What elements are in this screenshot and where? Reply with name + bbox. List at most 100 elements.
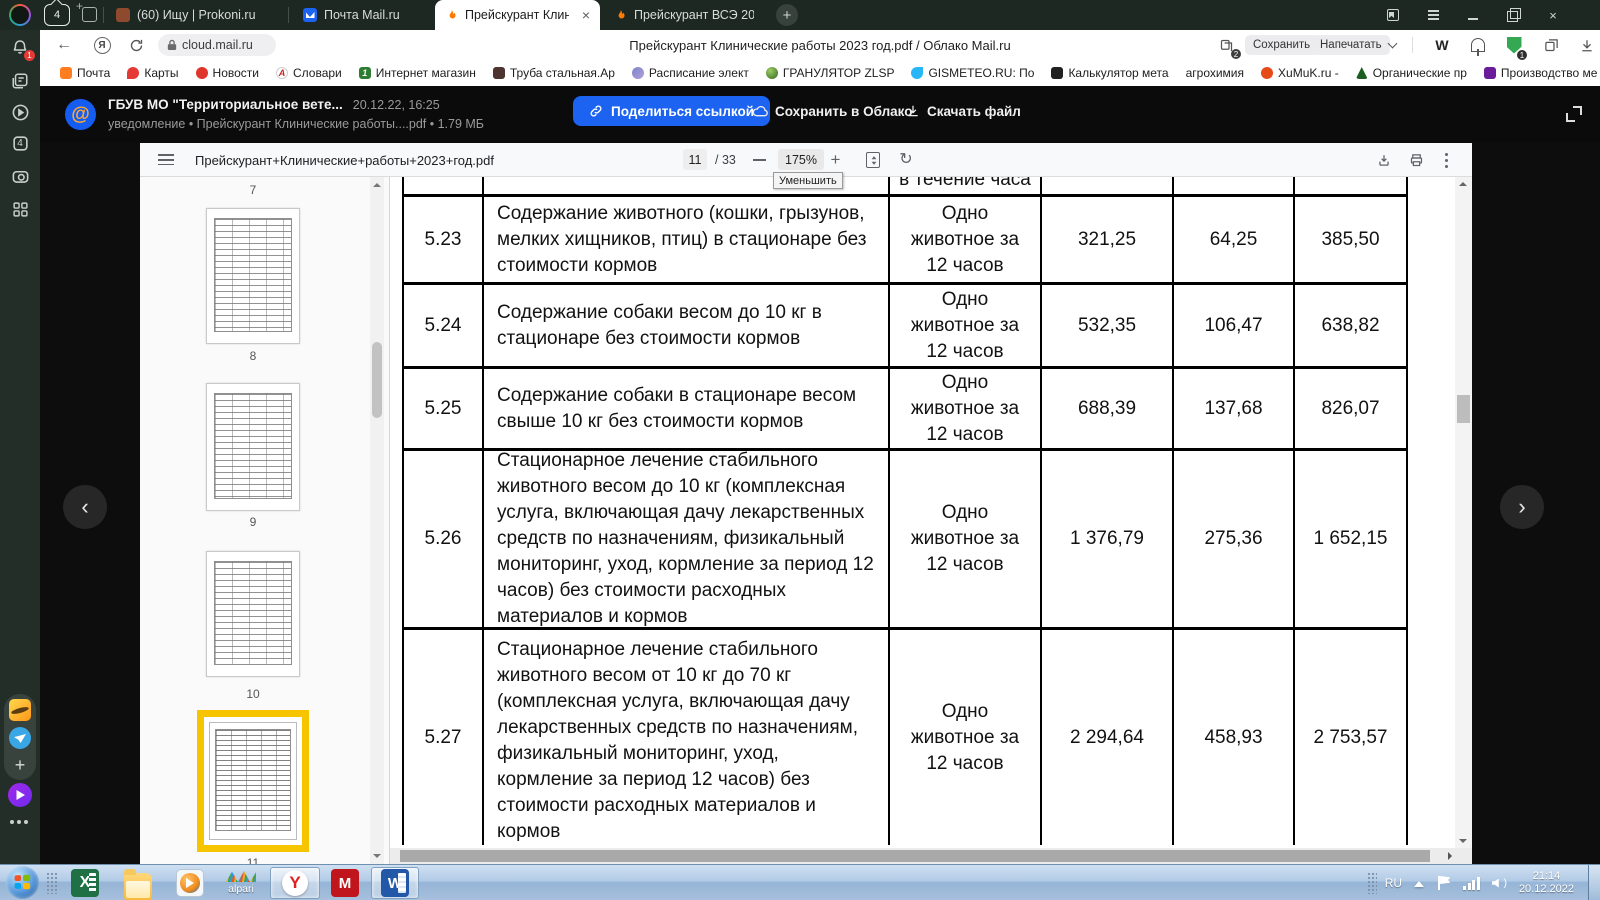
zoom-in-icon[interactable]: + (827, 151, 844, 168)
home-tableau-button[interactable]: 4 (44, 4, 70, 26)
volume-icon[interactable] (1492, 879, 1501, 888)
bookmark-item[interactable]: Карты (127, 66, 178, 80)
taskbar-explorer-icon[interactable] (124, 873, 152, 900)
copy-link-icon[interactable]: 2 (1215, 30, 1237, 60)
apps-grid-icon[interactable] (8, 197, 32, 221)
wiki-extension-icon[interactable]: W (1432, 30, 1452, 60)
bookmark-item[interactable]: Новости (196, 66, 259, 80)
tray-expand-icon[interactable] (1414, 876, 1424, 887)
tabs-counter-icon[interactable]: 4 (8, 131, 32, 155)
bookmark-item[interactable]: XuMuK.ru - (1261, 66, 1339, 80)
yandex-start-icon[interactable]: Я (92, 30, 112, 60)
scroll-right-icon[interactable] (1448, 852, 1452, 860)
bookmark-item[interactable]: Расписание элект (632, 66, 749, 80)
action-center-flag-icon[interactable] (1438, 876, 1451, 890)
new-window-icon[interactable] (82, 7, 97, 22)
video-play-icon[interactable] (8, 100, 32, 124)
taskbar-yandex-browser-button[interactable]: Y (270, 867, 320, 899)
scroll-up-icon[interactable] (1459, 182, 1467, 186)
show-desktop-button[interactable] (1588, 865, 1600, 900)
taskbar-word-button[interactable]: W (371, 867, 419, 899)
screenshot-camera-icon[interactable] (8, 164, 32, 188)
tab-active-pricelist[interactable]: Прейскурант Клиничес × (435, 0, 600, 30)
restore-button[interactable] (1506, 8, 1520, 22)
taskbar-pdf-master-icon[interactable]: M (331, 869, 359, 897)
taskbar-excel-icon[interactable]: X (71, 869, 99, 897)
clock[interactable]: 21:14 20.12.2022 (1519, 870, 1574, 896)
link-icon (589, 104, 603, 118)
add-app-icon[interactable]: + (8, 753, 32, 777)
sidebar-panel-icon[interactable] (1386, 8, 1400, 22)
zoom-out-icon[interactable] (753, 159, 766, 161)
scroll-thumb[interactable] (1457, 395, 1470, 423)
taskbar-media-player-icon[interactable] (176, 869, 204, 897)
pdf-print-icon[interactable] (1406, 150, 1426, 170)
thumbnail-page-10[interactable] (206, 551, 300, 677)
bookmark-item[interactable]: ГРАНУЛЯТОР ZLSP (766, 66, 895, 80)
print-page-button[interactable]: Напечатать (1312, 35, 1390, 55)
scroll-thumb[interactable] (372, 342, 382, 418)
scroll-thumb[interactable] (400, 850, 1430, 862)
bookmark-item[interactable]: АСловари (276, 66, 342, 80)
downloads-icon[interactable] (1577, 30, 1597, 60)
fit-page-icon[interactable] (866, 152, 880, 168)
adblock-shield-icon[interactable]: 1 (1504, 30, 1524, 60)
share-link-button[interactable]: Поделиться ссылкой (573, 96, 770, 126)
new-tab-button[interactable]: + (776, 4, 798, 26)
tab-pricelist-vse[interactable]: Прейскурант ВСЭ 2023 го (604, 0, 764, 30)
zoom-level[interactable]: 175% (778, 149, 824, 170)
pdf-download-icon[interactable] (1374, 150, 1394, 170)
actions-chevron-icon[interactable] (1384, 30, 1400, 60)
password-key-icon[interactable] (1468, 30, 1488, 60)
pinned-app-icon[interactable] (9, 699, 31, 721)
sidebar-more-icon[interactable] (10, 820, 28, 824)
page-number-field[interactable]: 11 (683, 149, 707, 170)
bookmark-item[interactable]: Труба стальная.Ар (493, 66, 615, 80)
fullscreen-icon[interactable] (1566, 106, 1582, 122)
tab-mail[interactable]: Почта Mail.ru (293, 0, 428, 30)
network-signal-icon[interactable] (1463, 877, 1480, 890)
calculator-icon (1051, 67, 1063, 79)
pdf-vertical-scrollbar[interactable] (1455, 177, 1472, 848)
save-page-button[interactable]: Сохранить (1245, 35, 1318, 55)
bookmark-item[interactable]: агрохимия (1186, 66, 1244, 80)
save-to-cloud-button[interactable]: Сохранить в Облако (752, 96, 913, 126)
taskbar-alpari-icon[interactable]: alpari (218, 869, 264, 897)
language-indicator[interactable]: RU (1385, 876, 1402, 890)
thumbnail-page-11-selected[interactable] (197, 710, 309, 852)
alice-assistant-icon[interactable] (8, 783, 32, 807)
thumbnail-page-8[interactable] (206, 208, 300, 344)
tab-close-icon[interactable]: × (582, 7, 590, 23)
scroll-down-icon[interactable] (1459, 839, 1467, 843)
pdf-more-icon[interactable] (1436, 150, 1456, 170)
minimize-button[interactable] (1466, 8, 1480, 22)
start-button[interactable] (6, 866, 39, 899)
telegram-icon[interactable] (9, 727, 31, 749)
profile-avatar[interactable] (9, 4, 31, 26)
browser-menu-icon[interactable] (1426, 8, 1440, 22)
pdf-menu-icon[interactable] (158, 154, 174, 165)
bookmark-item[interactable]: Почта (60, 66, 110, 80)
tabs-copy-icon[interactable] (1540, 30, 1562, 60)
thumbnails-scrollbar[interactable] (370, 177, 384, 864)
prev-file-button[interactable]: ‹ (63, 485, 107, 529)
back-icon[interactable]: ← (54, 30, 74, 60)
close-button[interactable]: × (1546, 8, 1560, 22)
scroll-up-icon[interactable] (373, 183, 381, 187)
bookmark-item[interactable]: GISMETEO.RU: По (911, 66, 1034, 80)
bookmark-item[interactable]: Производство ме (1484, 66, 1598, 80)
next-file-button[interactable]: › (1500, 485, 1544, 529)
refresh-icon[interactable] (126, 30, 146, 60)
notifications-bell-icon[interactable]: 1 (8, 35, 32, 59)
thumbnail-page-9[interactable] (206, 383, 300, 511)
bookmark-item[interactable]: 1Интернет магазин (359, 66, 476, 80)
url-field[interactable]: cloud.mail.ru (158, 34, 276, 56)
tab-prokoni[interactable]: (60) Ищу | Prokoni.ru (106, 0, 284, 30)
rotate-icon[interactable]: ↻ (897, 150, 915, 168)
feed-icon[interactable] (8, 69, 32, 93)
download-file-button[interactable]: Скачать файл (906, 96, 1021, 126)
scroll-down-icon[interactable] (373, 854, 381, 858)
bookmark-item[interactable]: Органические пр (1356, 66, 1467, 80)
pdf-horizontal-scrollbar[interactable] (390, 848, 1455, 864)
bookmark-item[interactable]: Калькулятор мета (1051, 66, 1168, 80)
